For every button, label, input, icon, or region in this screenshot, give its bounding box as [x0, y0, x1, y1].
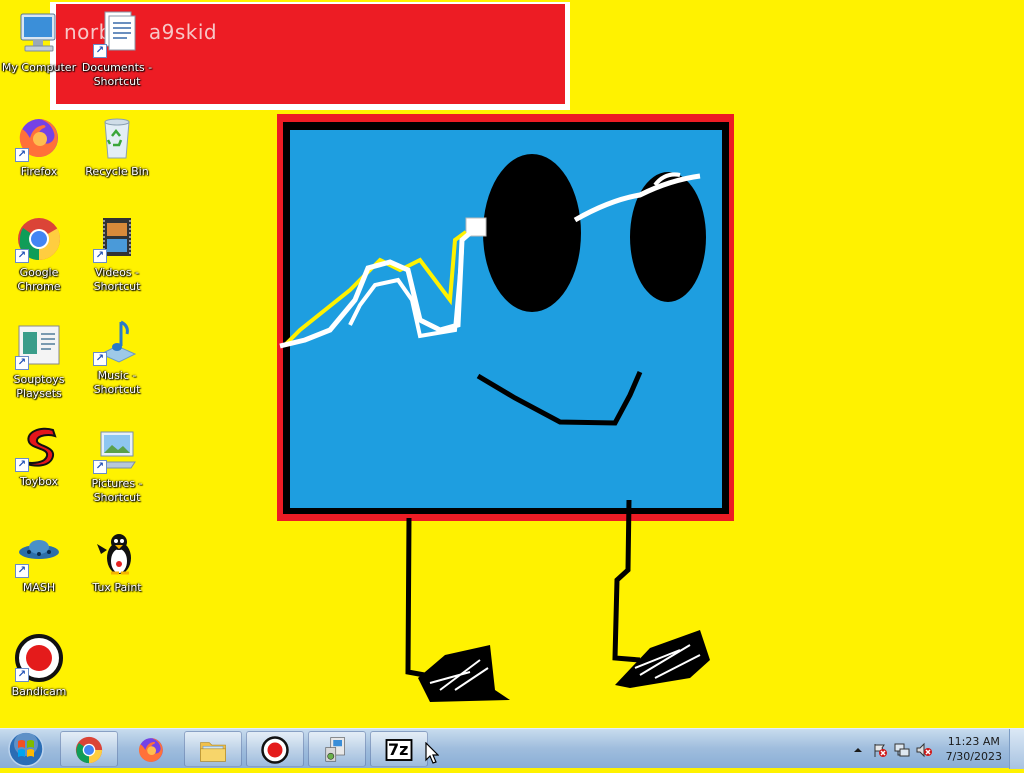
clock-time: 11:23 AM: [947, 735, 1000, 748]
recycle-bin-icon: [104, 118, 130, 159]
show-hidden-icons-icon[interactable]: [850, 742, 866, 758]
network-icon[interactable]: [894, 742, 910, 758]
chrome-icon: [75, 736, 103, 764]
computer-icon: [20, 13, 56, 52]
shortcut-arrow-icon: ↗: [15, 249, 29, 263]
shortcut-arrow-icon: ↗: [15, 356, 29, 370]
desktop-icon-label: Pictures - Shortcut: [91, 477, 143, 504]
pic-frame: ↗: [15, 114, 63, 162]
pic-frame: ↗: [15, 322, 63, 370]
taskbar-firefox-button[interactable]: [122, 731, 180, 767]
desktop-icon-label: Recycle Bin: [85, 165, 149, 178]
desktop-icon-label: Bandicam: [11, 685, 67, 698]
volume-muted-icon[interactable]: [916, 742, 932, 758]
shortcut-arrow-icon: ↗: [15, 458, 29, 472]
right-leg: [612, 499, 641, 663]
pic-frame: ↗: [15, 424, 63, 472]
desktop-icon-label: MASH: [22, 581, 56, 594]
desktop-icon-label: Toybox: [20, 475, 58, 488]
desktop-icon-label: Google Chrome: [17, 266, 61, 293]
control-panel-icon: [325, 737, 345, 762]
pic-frame: ↗: [15, 530, 63, 578]
desktop-icon-recycle-bin[interactable]: Recycle Bin: [78, 114, 156, 179]
shortcut-arrow-icon: ↗: [15, 148, 29, 162]
left-leg: [405, 517, 431, 679]
desktop-icon-firefox[interactable]: ↗ Firefox: [0, 114, 78, 179]
shortcut-arrow-icon: ↗: [15, 668, 29, 682]
pic-frame: ↗: [93, 215, 141, 263]
desktop-icon-tux-paint[interactable]: Tux Paint: [78, 530, 156, 595]
pic-frame: [93, 530, 141, 578]
taskbar-chrome-button[interactable]: [60, 731, 118, 767]
shortcut-arrow-icon: ↗: [93, 249, 107, 263]
taskbar: 7z 11:23 AM 7/30/2023: [0, 728, 1024, 769]
desktop-icon-pictures[interactable]: ↗ Pictures - Shortcut: [78, 426, 156, 505]
clock-date: 7/30/2023: [945, 750, 1002, 763]
bandicam-icon: [261, 736, 289, 764]
pic-frame: ↗: [15, 215, 63, 263]
desktop-icon-bandicam[interactable]: ↗ Bandicam: [0, 634, 78, 699]
show-desktop-button[interactable]: [1009, 729, 1024, 769]
firefox-icon: [138, 738, 163, 762]
desktop-icon-label: Souptoys Playsets: [13, 373, 65, 400]
desktop-icon-label: My Computer: [1, 61, 77, 74]
pic-frame: [93, 114, 141, 162]
mouse-cursor-icon: [425, 742, 439, 764]
desktop-icon-label: Videos - Shortcut: [93, 266, 141, 293]
7zip-icon-text: 7z: [388, 740, 409, 759]
desktop-icon-label: Documents - Shortcut: [81, 61, 153, 88]
pic-frame: ↗: [15, 634, 63, 682]
shortcut-arrow-icon: ↗: [93, 460, 107, 474]
banner-text-tail: a9skid: [148, 20, 218, 44]
pic-frame: ↗: [93, 426, 141, 474]
taskbar-7zip-button[interactable]: 7z: [370, 731, 428, 767]
shortcut-arrow-icon: ↗: [93, 44, 107, 58]
desktop-icon-toybox[interactable]: ↗ Toybox: [0, 424, 78, 489]
right-lens: [630, 172, 706, 302]
desktop-icon-label: Firefox: [20, 165, 58, 178]
desktop-icon-mash[interactable]: ↗ MASH: [0, 530, 78, 595]
desktop: norbxxxa9skid My Computer: [0, 0, 1024, 728]
desktop-icon-documents[interactable]: ↗ Documents - Shortcut: [78, 10, 156, 89]
desktop-icon-my-computer[interactable]: My Computer: [0, 10, 78, 75]
desktop-icon-music[interactable]: ↗ Music - Shortcut: [78, 318, 156, 397]
desktop-icon-label: Tux Paint: [92, 581, 142, 594]
desktop-icon-souptoys[interactable]: ↗ Souptoys Playsets: [0, 322, 78, 401]
shortcut-arrow-icon: ↗: [93, 352, 107, 366]
start-button[interactable]: [6, 729, 46, 769]
system-tray: 11:23 AM 7/30/2023: [834, 729, 1024, 769]
pic-frame: ↗: [93, 10, 141, 58]
folder-icon: [200, 742, 226, 762]
taskbar-clock[interactable]: 11:23 AM 7/30/2023: [946, 734, 1002, 764]
desktop-icon-label: Music - Shortcut: [93, 369, 141, 396]
action-center-flag-icon[interactable]: [872, 742, 888, 758]
desktop-icon-videos[interactable]: ↗ Videos - Shortcut: [78, 215, 156, 294]
taskbar-bandicam-button[interactable]: [246, 731, 304, 767]
windows-orb-icon: [8, 731, 44, 767]
left-lens: [483, 154, 581, 312]
taskbar-control-panel-button[interactable]: [308, 731, 366, 767]
shortcut-arrow-icon: ↗: [15, 564, 29, 578]
taskbar-explorer-button[interactable]: [184, 731, 242, 767]
tux-paint-icon: [97, 534, 131, 575]
pic-frame: [15, 10, 63, 58]
desktop-icon-google-chrome[interactable]: ↗ Google Chrome: [0, 215, 78, 294]
pic-frame: ↗: [93, 318, 141, 366]
